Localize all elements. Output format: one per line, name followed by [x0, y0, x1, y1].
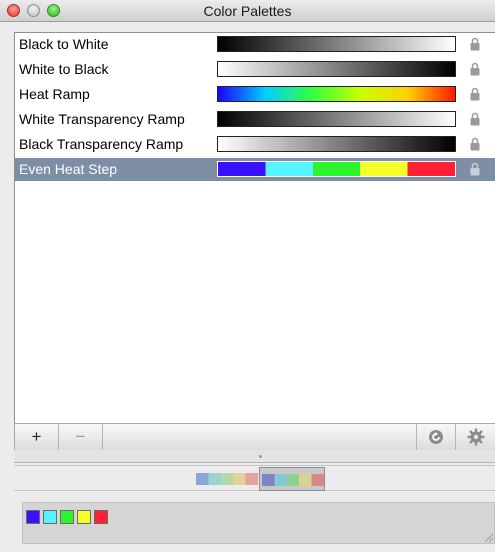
palette-thumbnail[interactable] [194, 467, 260, 491]
palette-thumbnail[interactable] [259, 467, 325, 491]
lock-icon [470, 37, 480, 51]
lock-icon [470, 87, 480, 101]
lock-icon [470, 62, 480, 76]
palette-row[interactable]: White to Black [15, 58, 495, 81]
palette-list[interactable]: Black to White White to Black Heat Ramp Whi… [14, 32, 495, 423]
palette-name: Heat Ramp [19, 86, 90, 102]
palette-name: Black to White [19, 36, 109, 52]
thumbnail-track [14, 465, 495, 491]
title-bar[interactable]: Color Palettes [0, 0, 495, 22]
color-step-box[interactable] [94, 510, 108, 524]
palette-name: White Transparency Ramp [19, 111, 185, 127]
gear-icon [467, 428, 484, 446]
color-step-box[interactable] [77, 510, 91, 524]
palette-row[interactable]: Heat Ramp [15, 83, 495, 106]
palette-swatch[interactable] [217, 111, 456, 127]
color-step-box[interactable] [26, 510, 40, 524]
palette-row[interactable]: Black to White [15, 33, 495, 56]
lock-icon [470, 137, 480, 151]
settings-button[interactable] [456, 424, 495, 450]
palette-thumbnail-strip [14, 463, 495, 493]
palette-name: Even Heat Step [19, 161, 118, 177]
resize-grip-icon[interactable] [482, 531, 494, 543]
color-palettes-window: Color Palettes Black to White White to Bl… [0, 0, 495, 552]
palette-row[interactable]: Black Transparency Ramp [15, 133, 495, 156]
window-title: Color Palettes [203, 3, 292, 19]
palette-swatch[interactable] [217, 86, 456, 102]
color-step-box[interactable] [43, 510, 57, 524]
refresh-icon [429, 430, 443, 444]
remove-palette-button[interactable]: − [59, 424, 103, 450]
thumbnail-color-strip [196, 473, 258, 485]
palette-swatch[interactable] [217, 161, 456, 177]
palette-swatch[interactable] [217, 61, 456, 77]
split-view-divider[interactable] [14, 450, 495, 463]
refresh-button[interactable] [416, 424, 456, 450]
add-palette-button[interactable]: + [15, 424, 59, 450]
color-step-box[interactable] [60, 510, 74, 524]
list-button-bar: + − [14, 423, 495, 450]
palette-swatch[interactable] [217, 136, 456, 152]
lock-icon [470, 112, 480, 126]
lock-icon [470, 162, 480, 176]
palette-name: White to Black [19, 61, 109, 77]
palette-swatch[interactable] [217, 36, 456, 52]
palette-row[interactable]: White Transparency Ramp [15, 108, 495, 131]
palette-row[interactable]: Even Heat Step [15, 158, 495, 181]
thumbnail-color-strip [262, 474, 324, 486]
palette-name: Black Transparency Ramp [19, 136, 184, 152]
palette-color-editor [22, 502, 495, 544]
divider-grip[interactable] [259, 455, 262, 458]
